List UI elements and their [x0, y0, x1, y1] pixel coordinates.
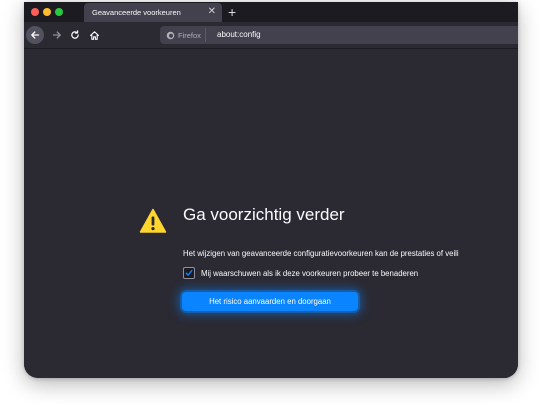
home-icon [89, 30, 99, 40]
plus-icon[interactable]: + [228, 3, 236, 21]
reload-button[interactable] [66, 26, 84, 44]
arrow-left-icon [31, 31, 40, 39]
close-icon[interactable]: ✕ [208, 6, 216, 18]
forward-button[interactable] [48, 26, 66, 44]
accept-risk-button[interactable]: Het risico aanvaarden en doorgaan [182, 292, 358, 311]
warning-description: Het wijzigen van geavanceerde configurat… [183, 249, 459, 258]
tab-strip: Geavanceerde voorkeuren ✕ + [24, 2, 518, 22]
home-button[interactable] [85, 26, 103, 44]
browser-window: Geavanceerde voorkeuren ✕ + Firefox abou… [24, 2, 518, 378]
reload-icon [71, 30, 79, 39]
back-button[interactable] [26, 26, 44, 44]
page-content: Ga voorzichtig verder Het wijzigen van g… [24, 49, 518, 378]
arrow-right-icon [52, 31, 61, 39]
minimize-window-button[interactable] [43, 8, 51, 16]
screenshot-stage: Geavanceerde voorkeuren ✕ + Firefox abou… [0, 0, 542, 404]
identity-box[interactable]: Firefox [164, 28, 206, 42]
tab-geavanceerde-voorkeuren[interactable]: Geavanceerde voorkeuren ✕ [84, 3, 222, 22]
zoom-window-button[interactable] [55, 8, 63, 16]
warn-checkbox-row[interactable]: Mij waarschuwen als ik deze voorkeuren p… [183, 267, 418, 279]
warn-checkbox-label[interactable]: Mij waarschuwen als ik deze voorkeuren p… [201, 269, 418, 278]
accept-risk-label: Het risico aanvaarden en doorgaan [209, 297, 331, 306]
identity-label: Firefox [178, 30, 201, 40]
warn-checkbox[interactable] [183, 267, 195, 279]
page-title: Ga voorzichtig verder [183, 205, 345, 224]
tab-title: Geavanceerde voorkeuren [92, 8, 181, 17]
warning-triangle-icon [139, 208, 167, 233]
firefox-icon [166, 31, 175, 39]
close-window-button[interactable] [31, 8, 39, 16]
checkmark-icon [185, 269, 193, 276]
url-bar[interactable]: Firefox about:config [160, 26, 518, 44]
url-text[interactable]: about:config [217, 30, 261, 39]
navigation-toolbar: Firefox about:config [24, 22, 518, 49]
